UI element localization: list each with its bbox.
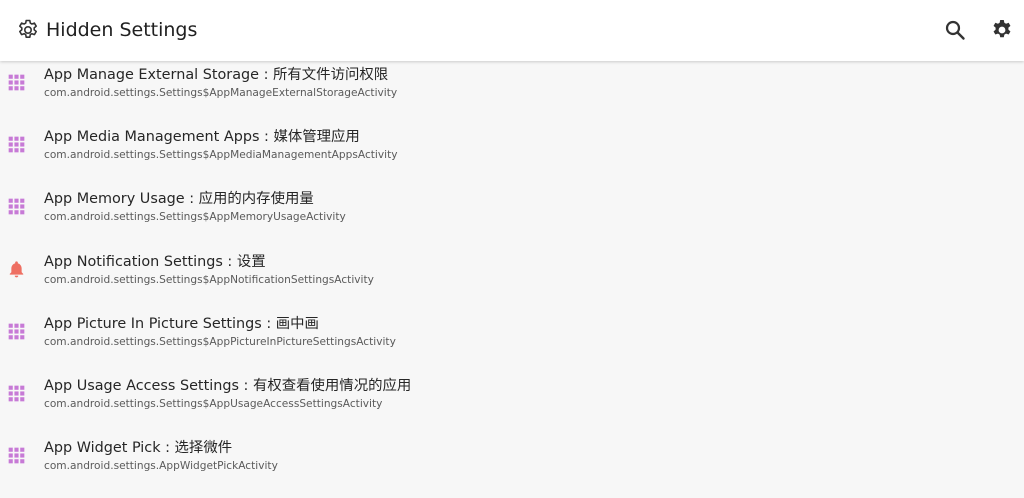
list-item-title: App Manage External Storage : 所有文件访问权限: [44, 67, 389, 83]
list-item-subtitle: com.android.settings.AppWidgetPickActivi…: [44, 460, 278, 473]
list-item-subtitle: com.android.settings.Settings$AppMediaMa…: [44, 149, 398, 162]
gear-icon: [993, 20, 1011, 38]
list-item-title: App Notification Settings : 设置: [44, 253, 266, 270]
list-item-subtitle: com.android.settings.Settings$AppNotific…: [44, 273, 374, 286]
apps-grid-icon: [7, 73, 26, 92]
list-item-subtitle: com.android.settings.Settings$AppMemoryU…: [44, 211, 346, 224]
bell-icon: [7, 260, 26, 279]
list-item[interactable]: App Manage External Storage : 所有文件访问权限 co…: [0, 61, 1024, 123]
list-item-title: App Memory Usage : 应用的内存使用量: [44, 191, 314, 208]
apps-grid-icon: [7, 446, 26, 465]
list-item-subtitle: com.android.settings.Settings$AppPicture…: [44, 335, 396, 348]
activity-list: App Manage External Storage : 所有文件访问权限 co…: [0, 61, 1024, 498]
apps-grid-icon: [7, 197, 26, 216]
search-button[interactable]: [943, 18, 967, 42]
settings-button[interactable]: [990, 18, 1014, 42]
list-item[interactable]: App Media Management Apps : 媒体管理应用 com.an…: [0, 123, 1024, 185]
list-item-subtitle: com.android.settings.Settings$AppManageE…: [44, 87, 398, 99]
list-item-title: App Picture In Picture Settings : 画中画: [44, 315, 319, 332]
list-item-title: App Widget Pick : 选择微件: [44, 440, 233, 457]
gear-outline-icon: [16, 18, 40, 42]
list-item[interactable]: App Notification Settings : 设置 com.androi…: [0, 248, 1024, 310]
list-item[interactable]: App Widget Pick : 选择微件 com.android.settin…: [0, 434, 1024, 496]
apps-grid-icon: [7, 135, 26, 154]
list-item-subtitle: com.android.settings.Settings$AppUsageAc…: [44, 397, 383, 410]
page-title: Hidden Settings: [46, 19, 198, 41]
list-item-title: App Usage Access Settings : 有权查看使用情况的应用: [44, 377, 412, 394]
search-icon: [945, 20, 965, 40]
app-bar: Hidden Settings: [0, 0, 1024, 61]
list-item[interactable]: App Picture In Picture Settings : 画中画 com…: [0, 310, 1024, 372]
apps-grid-icon: [7, 322, 26, 341]
list-item[interactable]: App Usage Access Settings : 有权查看使用情况的应用 c…: [0, 372, 1024, 434]
apps-grid-icon: [7, 384, 26, 403]
list-item-title: App Media Management Apps : 媒体管理应用: [44, 129, 360, 146]
list-item[interactable]: App Memory Usage : 应用的内存使用量 com.android.s…: [0, 185, 1024, 247]
